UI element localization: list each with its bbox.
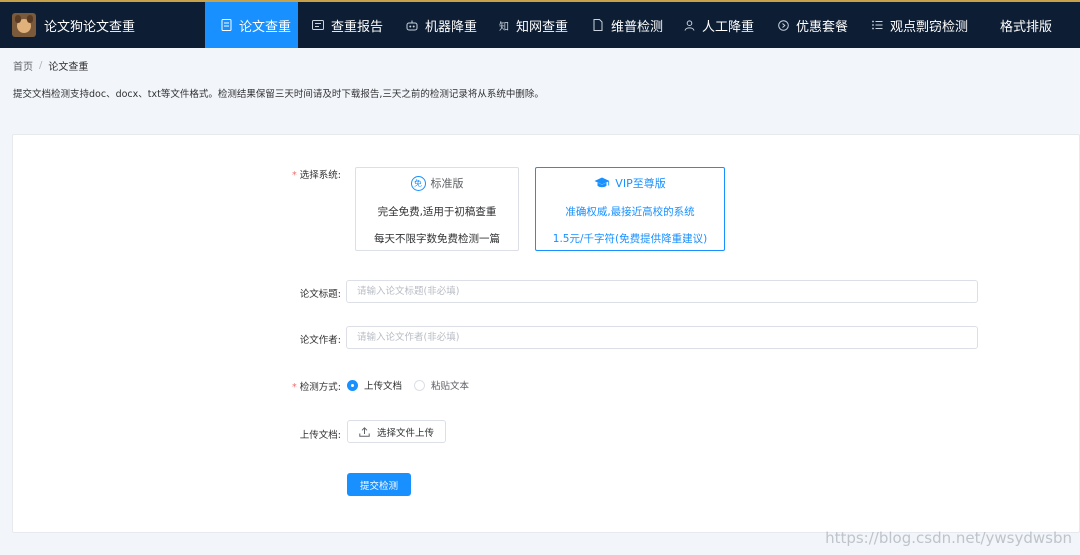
radio-unchecked-icon [414, 379, 426, 391]
required-mark: * [292, 170, 297, 181]
zhi-icon: 知 [499, 21, 509, 33]
breadcrumb: 首页 / 论文查重 [13, 58, 88, 73]
nav-item-label: 知网查重 [516, 19, 569, 35]
vip-title: VIP至尊版 [615, 177, 666, 190]
required-mark: * [292, 382, 297, 393]
method-upload-radio[interactable]: 上传文档 [347, 378, 402, 392]
standard-title: 标准版 [430, 177, 464, 190]
top-navbar: 论文狗论文查重 论文查重 查重报告 机器降重 知 知网查重 维普检测 人工降重 … [0, 0, 1080, 48]
radio-checked-icon [347, 379, 358, 391]
method-paste-radio[interactable]: 粘贴文本 [414, 378, 469, 392]
upload-notice: 提交文档检测支持doc、docx、txt等文件格式。检测结果保留三天时间请及时下… [13, 89, 544, 100]
choose-file-label: 选择文件上传 [377, 427, 435, 439]
coupon-icon [777, 19, 789, 31]
nav-item-plagiarism[interactable]: 观点剽窃检测 [857, 2, 971, 48]
nav-item-label: 论文查重 [239, 19, 292, 35]
free-badge-icon: 免 [410, 175, 426, 191]
nav-item-label: 格式排版 [1000, 19, 1053, 35]
submit-check-button[interactable]: 提交检测 [347, 473, 411, 496]
nav-item-packages[interactable]: 优惠套餐 [763, 2, 857, 48]
check-form-card: * 选择系统: 免 标准版 完全免费,适用于初稿查重 每天不限字数免费检测一篇 V… [12, 134, 1080, 533]
choose-file-button[interactable]: 选择文件上传 [347, 420, 447, 443]
nav-item-cnki[interactable]: 知 知网查重 [485, 2, 578, 48]
nav-item-formatting[interactable]: 格式排版 [971, 2, 1073, 48]
author-label: 论文作者: [299, 335, 341, 346]
nav-item-vip-check[interactable]: 维普检测 [578, 2, 670, 48]
list-icon [871, 19, 883, 31]
method-radio-group: 上传文档 粘贴文本 [347, 378, 481, 392]
nav-item-manual-rewrite[interactable]: 人工降重 [670, 2, 763, 48]
paper-author-input[interactable] [346, 326, 978, 349]
report-icon [312, 19, 324, 31]
watermark-text: https://blog.csdn.net/ywsydwsbn [825, 529, 1072, 547]
nav-item-label: 观点剽窃检测 [890, 19, 969, 35]
nav-item-label: 人工降重 [702, 19, 755, 35]
upload-icon [359, 426, 370, 437]
nav-item-machine-rewrite[interactable]: 机器降重 [392, 2, 485, 48]
standard-title-row: 免 标准版 [356, 174, 518, 192]
nav-item-label: 维普检测 [611, 19, 664, 35]
system-label: * 选择系统: [292, 170, 341, 181]
nav-item-report[interactable]: 查重报告 [298, 2, 392, 48]
vip-desc-1: 准确权威,最接近高校的系统 [565, 206, 695, 218]
standard-system-option[interactable]: 免 标准版 完全免费,适用于初稿查重 每天不限字数免费检测一篇 [355, 167, 519, 251]
breadcrumb-current: 论文查重 [48, 62, 89, 73]
nav-item-label: 机器降重 [425, 19, 478, 35]
standard-desc-2: 每天不限字数免费检测一篇 [374, 233, 500, 245]
person-icon [683, 19, 695, 31]
method-label: * 检测方式: [292, 382, 341, 393]
main-nav: 论文查重 查重报告 机器降重 知 知网查重 维普检测 人工降重 优惠套餐 观点剽… [205, 2, 1080, 48]
upload-label: 上传文档: [299, 430, 341, 441]
nav-item-label: 优惠套餐 [796, 19, 849, 35]
nav-item-label: 查重报告 [331, 19, 384, 35]
vip-title-row: VIP至尊版 [536, 174, 724, 192]
file-icon [592, 19, 604, 31]
graduation-cap-icon [594, 177, 610, 189]
radio-label: 上传文档 [364, 381, 403, 392]
nav-item-paper-check[interactable]: 论文查重 [205, 2, 298, 48]
vip-system-option[interactable]: VIP至尊版 准确权威,最接近高校的系统 1.5元/千字符(免费提供降重建议) [535, 167, 725, 251]
paper-title-input[interactable] [346, 280, 978, 303]
breadcrumb-separator: / [39, 60, 43, 71]
robot-icon [406, 19, 418, 31]
document-icon [220, 19, 232, 31]
vip-desc-2: 1.5元/千字符(免费提供降重建议) [552, 233, 708, 245]
title-label: 论文标题: [299, 289, 341, 300]
brand-title: 论文狗论文查重 [44, 19, 136, 35]
dog-logo-icon [12, 13, 36, 37]
brand[interactable]: 论文狗论文查重 [0, 2, 205, 48]
radio-label: 粘贴文本 [431, 381, 470, 392]
breadcrumb-home[interactable]: 首页 [13, 58, 33, 73]
standard-desc-1: 完全免费,适用于初稿查重 [377, 206, 497, 218]
